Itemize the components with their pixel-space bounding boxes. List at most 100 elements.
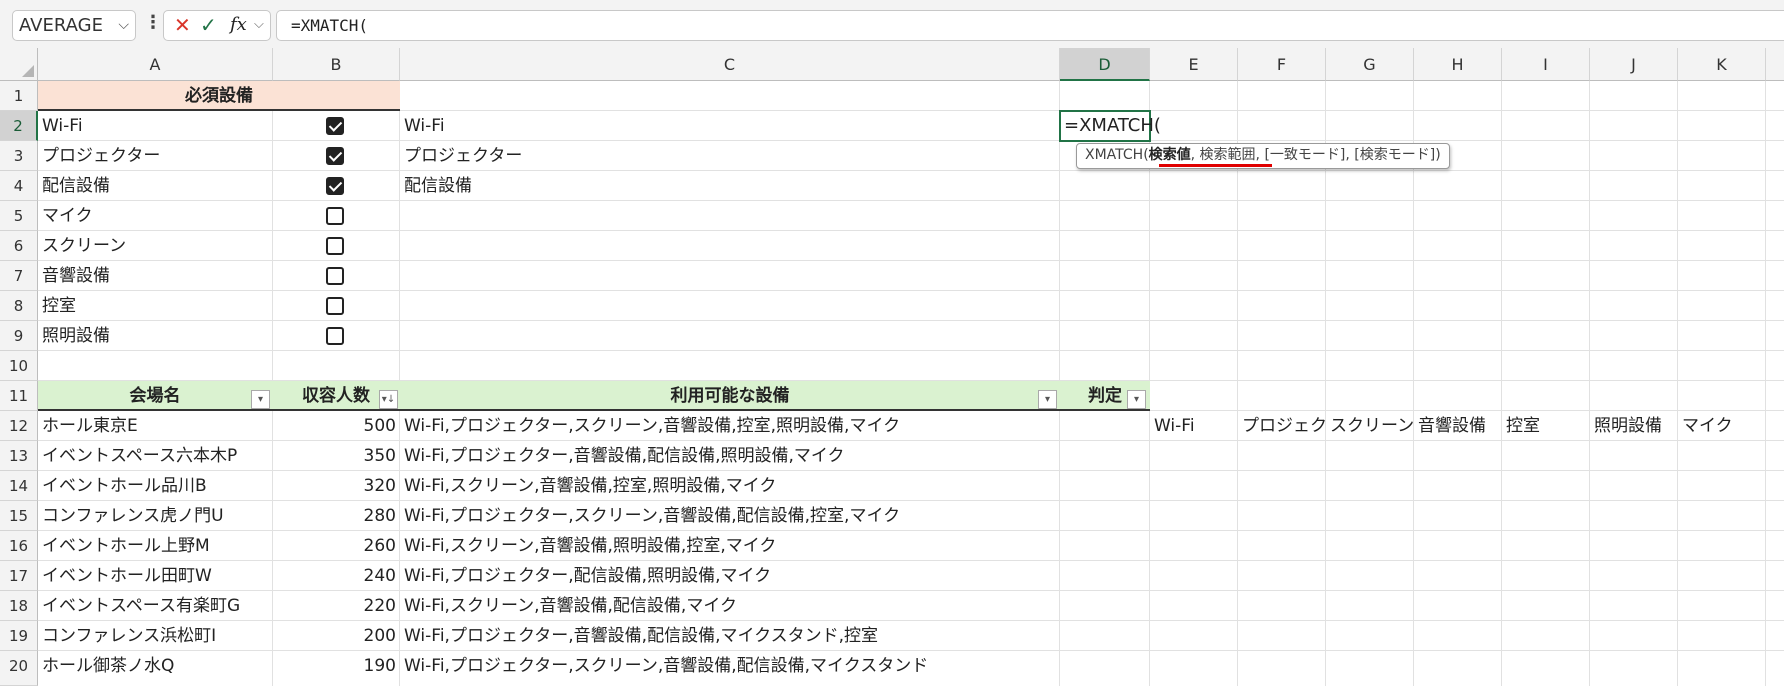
venue-capacity[interactable]: 280 — [272, 501, 400, 531]
active-cell-editor[interactable]: =XMATCH( — [1061, 112, 1161, 140]
equipment-name[interactable]: Wi-Fi — [38, 111, 272, 141]
equipment-name[interactable]: マイク — [38, 201, 272, 231]
more-options-icon[interactable]: ⋮ — [144, 12, 162, 33]
venue-name[interactable]: ホール御茶ノ水Q — [38, 651, 272, 681]
column-header-d[interactable]: D — [1060, 48, 1150, 81]
table-header-facilities[interactable]: 利用可能な設備 — [400, 381, 1060, 411]
equipment-name[interactable]: 控室 — [38, 291, 272, 321]
equipment-checkbox[interactable] — [326, 237, 344, 255]
name-box[interactable]: AVERAGE ⌵ — [12, 10, 136, 41]
row-header[interactable]: 15 — [0, 501, 38, 531]
venue-name[interactable]: イベントスペース六本木P — [38, 441, 272, 471]
venue-facilities[interactable]: Wi-Fi,プロジェクター,スクリーン,音響設備,控室,照明設備,マイク — [400, 411, 1060, 441]
spill-cell[interactable]: マイク — [1678, 411, 1766, 441]
row-header[interactable]: 20 — [0, 651, 38, 686]
filter-dropdown-icon[interactable]: ▾ — [251, 390, 270, 409]
row-header[interactable]: 10 — [0, 351, 38, 381]
venue-capacity[interactable]: 260 — [272, 531, 400, 561]
venue-facilities[interactable]: Wi-Fi,プロジェクター,配信設備,照明設備,マイク — [400, 561, 1060, 591]
spill-cell[interactable]: Wi-Fi — [1150, 411, 1238, 441]
spill-cell[interactable]: 控室 — [1502, 411, 1590, 441]
equipment-header[interactable]: 必須設備 — [38, 81, 400, 111]
venue-facilities[interactable]: Wi-Fi,プロジェクター,スクリーン,音響設備,配信設備,マイクスタンド — [400, 651, 1060, 681]
venue-name[interactable]: イベントホール上野M — [38, 531, 272, 561]
venue-capacity[interactable]: 240 — [272, 561, 400, 591]
venue-capacity[interactable]: 350 — [272, 441, 400, 471]
equipment-checkbox[interactable] — [326, 177, 344, 195]
venue-name[interactable]: イベントスペース有楽町G — [38, 591, 272, 621]
venue-name[interactable]: イベントホール品川B — [38, 471, 272, 501]
equipment-name[interactable]: スクリーン — [38, 231, 272, 261]
selected-equipment[interactable]: プロジェクター — [400, 141, 1059, 171]
venue-capacity[interactable]: 320 — [272, 471, 400, 501]
column-header-j[interactable]: J — [1590, 48, 1678, 81]
venue-name[interactable]: ホール東京E — [38, 411, 272, 441]
row-header[interactable]: 5 — [0, 201, 38, 231]
venue-facilities[interactable]: Wi-Fi,プロジェクター,音響設備,配信設備,照明設備,マイク — [400, 441, 1060, 471]
row-header[interactable]: 13 — [0, 441, 38, 471]
spill-cell[interactable]: スクリーン — [1326, 411, 1414, 441]
spill-cell[interactable]: プロジェク — [1238, 411, 1326, 441]
enter-icon[interactable]: ✓ — [200, 13, 217, 37]
column-header-i[interactable]: I — [1502, 48, 1590, 81]
formula-input[interactable]: =XMATCH( — [276, 10, 1784, 41]
venue-name[interactable]: イベントホール田町W — [38, 561, 272, 591]
column-header-c[interactable]: C — [400, 48, 1060, 81]
venue-name[interactable]: コンファレンス浜松町I — [38, 621, 272, 651]
select-all-button[interactable] — [0, 48, 38, 81]
venue-facilities[interactable]: Wi-Fi,スクリーン,音響設備,控室,照明設備,マイク — [400, 471, 1060, 501]
row-header[interactable]: 16 — [0, 531, 38, 561]
row-header[interactable]: 7 — [0, 261, 38, 291]
tooltip-function-name[interactable]: XMATCH( — [1085, 147, 1149, 163]
equipment-checkbox[interactable] — [326, 297, 344, 315]
venue-facilities[interactable]: Wi-Fi,スクリーン,音響設備,照明設備,控室,マイク — [400, 531, 1060, 561]
row-header[interactable]: 4 — [0, 171, 38, 201]
venue-name[interactable]: コンファレンス虎ノ門U — [38, 501, 272, 531]
row-header[interactable]: 6 — [0, 231, 38, 261]
venue-facilities[interactable]: Wi-Fi,プロジェクター,音響設備,配信設備,マイクスタンド,控室 — [400, 621, 1060, 651]
column-header-a[interactable]: A — [38, 48, 273, 81]
table-header-name[interactable]: 会場名 — [38, 381, 272, 411]
column-header-b[interactable]: B — [273, 48, 400, 81]
row-header[interactable]: 2 — [0, 111, 38, 141]
filter-dropdown-icon[interactable]: ▾ — [1038, 390, 1057, 409]
venue-capacity[interactable]: 500 — [272, 411, 400, 441]
venue-capacity[interactable]: 190 — [272, 651, 400, 681]
column-header-f[interactable]: F — [1238, 48, 1326, 81]
filter-dropdown-icon[interactable]: ▾ — [1127, 390, 1146, 409]
equipment-name[interactable]: 配信設備 — [38, 171, 272, 201]
equipment-name[interactable]: 照明設備 — [38, 321, 272, 351]
row-header[interactable]: 12 — [0, 411, 38, 441]
chevron-down-icon[interactable]: ⌵ — [118, 11, 129, 40]
venue-facilities[interactable]: Wi-Fi,スクリーン,音響設備,配信設備,マイク — [400, 591, 1060, 621]
row-header[interactable]: 1 — [0, 81, 38, 111]
equipment-checkbox[interactable] — [326, 267, 344, 285]
venue-capacity[interactable]: 200 — [272, 621, 400, 651]
row-header[interactable]: 9 — [0, 321, 38, 351]
spill-cell[interactable]: 照明設備 — [1590, 411, 1678, 441]
equipment-checkbox[interactable] — [326, 117, 344, 135]
row-header[interactable]: 19 — [0, 621, 38, 651]
selected-equipment[interactable]: 配信設備 — [400, 171, 1059, 201]
equipment-checkbox[interactable] — [326, 147, 344, 165]
equipment-checkbox[interactable] — [326, 207, 344, 225]
column-header-h[interactable]: H — [1414, 48, 1502, 81]
row-header[interactable]: 14 — [0, 471, 38, 501]
equipment-checkbox[interactable] — [326, 327, 344, 345]
venue-facilities[interactable]: Wi-Fi,プロジェクター,スクリーン,音響設備,配信設備,控室,マイク — [400, 501, 1060, 531]
row-header[interactable]: 18 — [0, 591, 38, 621]
row-header[interactable]: 11 — [0, 381, 38, 411]
cancel-icon[interactable]: ✕ — [174, 13, 191, 37]
active-cell-d2[interactable]: =XMATCH( — [1059, 110, 1161, 142]
insert-function-icon[interactable]: fx — [230, 14, 247, 35]
chevron-down-icon[interactable]: ⌵ — [254, 17, 264, 32]
tooltip-current-arg[interactable]: 検索値 — [1149, 147, 1191, 163]
row-header[interactable]: 8 — [0, 291, 38, 321]
column-header-g[interactable]: G — [1326, 48, 1414, 81]
venue-capacity[interactable]: 220 — [272, 591, 400, 621]
sort-descending-icon[interactable]: ▾↓ — [379, 390, 398, 409]
column-header-e[interactable]: E — [1150, 48, 1238, 81]
spill-cell[interactable]: 音響設備 — [1414, 411, 1502, 441]
equipment-name[interactable]: 音響設備 — [38, 261, 272, 291]
equipment-name[interactable]: プロジェクター — [38, 141, 272, 171]
